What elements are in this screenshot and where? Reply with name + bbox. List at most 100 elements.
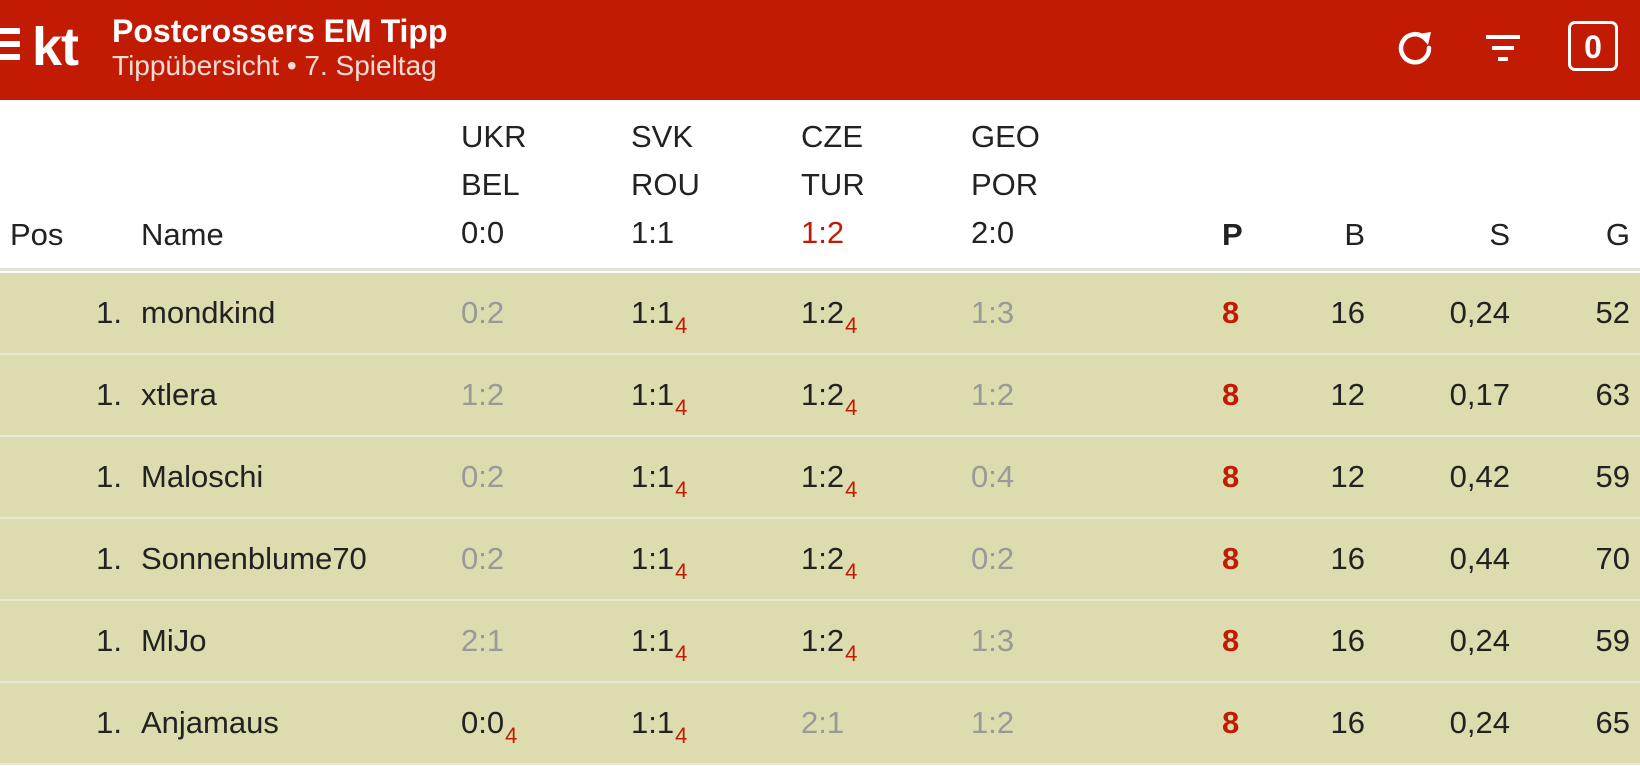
table-row[interactable]: 1. Maloschi 0:2 1:14 1:24 0:4 8 12 0,42 59 bbox=[0, 437, 1640, 519]
match-result: 0:0 bbox=[461, 215, 505, 250]
match-away-team: BEL bbox=[461, 167, 520, 202]
row-g-value: 70 bbox=[1595, 541, 1630, 576]
app-header: kt Postcrossers EM Tipp Tippübersicht • … bbox=[0, 0, 1640, 100]
row-s-value: 0,44 bbox=[1449, 541, 1510, 576]
tip-value: 1:1 bbox=[631, 459, 675, 494]
menu-icon[interactable] bbox=[0, 28, 20, 62]
tip-cell: 0:04 bbox=[461, 683, 517, 766]
column-header-b[interactable]: B bbox=[1300, 215, 1365, 255]
tip-value: 1:2 bbox=[801, 377, 845, 412]
row-points: 8 bbox=[1222, 459, 1240, 494]
tip-value: 0:2 bbox=[461, 541, 505, 576]
app-logo[interactable]: kt bbox=[32, 14, 79, 80]
match-header[interactable]: SVK ROU 1:1 bbox=[631, 113, 700, 257]
tip-points: 4 bbox=[675, 395, 688, 420]
column-header-g[interactable]: G bbox=[1570, 215, 1630, 255]
tip-points: 4 bbox=[675, 477, 688, 502]
tip-points: 4 bbox=[845, 641, 858, 666]
row-name: MiJo bbox=[141, 623, 207, 658]
table-row[interactable]: 1. mondkind 0:2 1:14 1:24 1:3 8 16 0,24 52 bbox=[0, 273, 1640, 355]
table-row[interactable]: 1. xtlera 1:2 1:14 1:24 1:2 8 12 0,17 63 bbox=[0, 355, 1640, 437]
match-away-team: TUR bbox=[801, 167, 865, 202]
tip-cell: 1:24 bbox=[801, 601, 857, 684]
tip-value: 0:2 bbox=[461, 295, 505, 330]
row-points: 8 bbox=[1222, 295, 1240, 330]
match-away-team: POR bbox=[971, 167, 1039, 202]
row-name: Maloschi bbox=[141, 459, 264, 494]
match-header[interactable]: GEO POR 2:0 bbox=[971, 113, 1040, 257]
page-subtitle: Tippübersicht • 7. Spieltag bbox=[112, 50, 437, 81]
tip-value: 1:2 bbox=[461, 377, 505, 412]
row-name: mondkind bbox=[141, 295, 276, 330]
tip-points: 4 bbox=[845, 313, 858, 338]
row-position: 1. bbox=[96, 459, 122, 494]
row-b-value: 16 bbox=[1330, 541, 1365, 576]
row-points: 8 bbox=[1222, 705, 1240, 740]
tip-cell: 0:4 bbox=[971, 437, 1014, 517]
app-title: Postcrossers EM Tipp bbox=[112, 13, 448, 49]
match-header[interactable]: UKR BEL 0:0 bbox=[461, 113, 526, 257]
row-b-value: 12 bbox=[1330, 459, 1365, 494]
tip-cell: 1:14 bbox=[631, 683, 687, 766]
match-home-team: CZE bbox=[801, 119, 863, 154]
match-home-team: GEO bbox=[971, 119, 1040, 154]
tip-cell: 1:14 bbox=[631, 355, 687, 438]
count-badge[interactable]: 0 bbox=[1568, 21, 1618, 71]
tip-cell: 1:24 bbox=[801, 273, 857, 356]
tip-cell: 1:14 bbox=[631, 273, 687, 356]
tip-cell: 0:2 bbox=[461, 437, 504, 517]
tip-value: 2:1 bbox=[801, 705, 845, 740]
row-b-value: 12 bbox=[1330, 377, 1365, 412]
tip-cell: 1:24 bbox=[801, 519, 857, 602]
row-g-value: 59 bbox=[1595, 623, 1630, 658]
tip-cell: 1:2 bbox=[971, 355, 1014, 435]
row-s-value: 0,17 bbox=[1449, 377, 1510, 412]
row-s-value: 0,24 bbox=[1449, 705, 1510, 740]
tip-points: 4 bbox=[845, 477, 858, 502]
tip-cell: 2:1 bbox=[801, 683, 844, 763]
table-row[interactable]: 1. Sonnenblume70 0:2 1:14 1:24 0:2 8 16 0,44 70 bbox=[0, 519, 1640, 601]
column-header-points[interactable]: P bbox=[1222, 215, 1243, 255]
match-header[interactable]: CZE TUR 1:2 bbox=[801, 113, 865, 257]
table-row[interactable]: 1. Anjamaus 0:04 1:14 2:1 1:2 8 16 0,24 65 bbox=[0, 683, 1640, 765]
tip-points: 4 bbox=[845, 559, 858, 584]
tip-value: 1:2 bbox=[801, 541, 845, 576]
column-header-pos[interactable]: Pos bbox=[10, 215, 63, 255]
row-g-value: 65 bbox=[1595, 705, 1630, 740]
row-position: 1. bbox=[96, 705, 122, 740]
tip-value: 1:2 bbox=[801, 623, 845, 658]
refresh-icon[interactable] bbox=[1391, 24, 1439, 72]
tip-cell: 1:14 bbox=[631, 437, 687, 520]
row-s-value: 0,24 bbox=[1449, 623, 1510, 658]
tip-value: 1:1 bbox=[631, 541, 675, 576]
tip-points: 4 bbox=[845, 395, 858, 420]
tip-cell: 1:3 bbox=[971, 273, 1014, 353]
tip-value: 1:1 bbox=[631, 623, 675, 658]
row-name: Sonnenblume70 bbox=[141, 541, 367, 576]
tip-value: 1:2 bbox=[801, 295, 845, 330]
row-name: Anjamaus bbox=[141, 705, 279, 740]
tip-points: 4 bbox=[675, 313, 688, 338]
column-header-name[interactable]: Name bbox=[141, 215, 224, 255]
tip-value: 1:3 bbox=[971, 623, 1015, 658]
tip-value: 1:2 bbox=[971, 705, 1015, 740]
table-row[interactable]: 1. MiJo 2:1 1:14 1:24 1:3 8 16 0,24 59 bbox=[0, 601, 1640, 683]
match-result-live: 1:2 bbox=[801, 215, 845, 250]
match-away-team: ROU bbox=[631, 167, 700, 202]
tip-value: 1:1 bbox=[631, 705, 675, 740]
tip-value: 2:1 bbox=[461, 623, 505, 658]
tip-value: 0:4 bbox=[971, 459, 1015, 494]
column-header-s[interactable]: S bbox=[1440, 215, 1510, 255]
filter-icon[interactable] bbox=[1484, 30, 1524, 66]
row-position: 1. bbox=[96, 377, 122, 412]
tip-value: 0:2 bbox=[971, 541, 1015, 576]
tip-value: 0:2 bbox=[461, 459, 505, 494]
match-result: 1:1 bbox=[631, 215, 675, 250]
row-name: xtlera bbox=[141, 377, 217, 412]
tip-value: 1:3 bbox=[971, 295, 1015, 330]
tip-cell: 0:2 bbox=[461, 519, 504, 599]
tip-cell: 2:1 bbox=[461, 601, 504, 681]
match-home-team: UKR bbox=[461, 119, 527, 154]
tip-points: 4 bbox=[675, 641, 688, 666]
row-b-value: 16 bbox=[1330, 623, 1365, 658]
